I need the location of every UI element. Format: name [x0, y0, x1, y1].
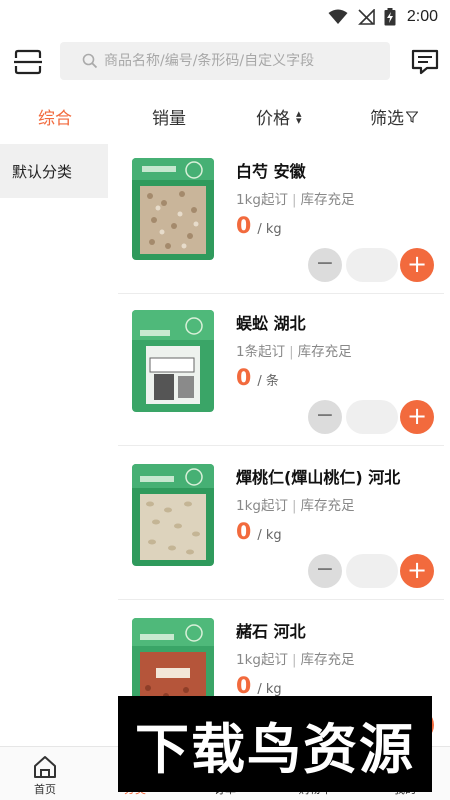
- product-item[interactable]: 蜈蚣 湖北 1条起订 | 库存充足 0 / 条 − +: [118, 296, 444, 446]
- product-item[interactable]: 燀桃仁(燀山桃仁) 河北 1kg起订 | 库存充足 0 / kg − +: [118, 450, 444, 600]
- home-icon: [34, 756, 56, 778]
- product-meta: 1kg起订 | 库存充足: [236, 648, 355, 668]
- product-item[interactable]: 白芍 安徽 1kg起订 | 库存充足 0 / kg − +: [118, 144, 444, 294]
- tab-label: 筛选: [370, 109, 404, 129]
- quantity-input[interactable]: [346, 248, 398, 282]
- meta-divider: |: [291, 192, 297, 208]
- sort-tabs: 综合 销量 价格 ▴ ▾ 筛选: [0, 96, 450, 140]
- tab-filter[interactable]: 筛选: [370, 104, 418, 129]
- increase-button[interactable]: +: [400, 248, 434, 282]
- search-bar[interactable]: [60, 42, 390, 80]
- stock-status: 库存充足: [297, 344, 352, 360]
- quantity-input[interactable]: [346, 554, 398, 588]
- decrease-button[interactable]: −: [308, 554, 342, 588]
- product-image[interactable]: [132, 158, 214, 260]
- sidebar-item-label: 默认分类: [12, 162, 73, 181]
- top-bar: [0, 38, 450, 86]
- search-input[interactable]: [104, 53, 384, 69]
- decrease-button[interactable]: −: [308, 248, 342, 282]
- min-order: 1kg起订: [236, 652, 288, 668]
- meta-divider: |: [291, 652, 297, 668]
- meta-divider: |: [291, 498, 297, 514]
- wifi-icon: [328, 9, 348, 24]
- product-meta: 1kg起订 | 库存充足: [236, 188, 355, 208]
- meta-divider: |: [289, 344, 294, 360]
- stock-status: 库存充足: [300, 192, 355, 208]
- product-price: 0 / kg: [236, 214, 282, 239]
- scan-icon[interactable]: [14, 49, 42, 75]
- price-value: 0: [236, 366, 252, 391]
- category-sidebar: 默认分类: [0, 140, 108, 760]
- price-unit: / 条: [257, 374, 279, 389]
- increase-button[interactable]: +: [400, 400, 434, 434]
- sort-arrows-icon: ▴ ▾: [296, 106, 302, 127]
- min-order: 1kg起订: [236, 192, 288, 208]
- product-meta: 1kg起订 | 库存充足: [236, 494, 355, 514]
- battery-charging-icon: [384, 8, 396, 26]
- price-value: 0: [236, 214, 252, 239]
- search-icon: [82, 53, 98, 69]
- product-meta: 1条起订 | 库存充足: [236, 340, 352, 360]
- sidebar-item-default-category[interactable]: 默认分类: [0, 144, 108, 198]
- filter-icon: [406, 110, 418, 123]
- product-name: 赭石 河北: [236, 622, 306, 641]
- quantity-stepper: − +: [308, 554, 434, 588]
- product-image[interactable]: [132, 464, 214, 566]
- product-name: 蜈蚣 湖北: [236, 314, 306, 333]
- no-signal-icon: [357, 9, 375, 25]
- decrease-button[interactable]: −: [308, 400, 342, 434]
- tab-label: 综合: [38, 109, 72, 129]
- tab-price[interactable]: 价格 ▴ ▾: [256, 104, 302, 130]
- product-name: 白芍 安徽: [236, 162, 306, 181]
- increase-button[interactable]: +: [400, 554, 434, 588]
- tab-comprehensive[interactable]: 综合: [38, 104, 72, 129]
- stock-status: 库存充足: [300, 498, 355, 514]
- nav-label: 首页: [34, 783, 56, 796]
- tab-label: 销量: [152, 109, 186, 129]
- nav-home[interactable]: 首页: [0, 751, 90, 799]
- stock-status: 库存充足: [300, 652, 355, 668]
- product-image[interactable]: [132, 310, 214, 412]
- tab-sales[interactable]: 销量: [152, 104, 186, 129]
- status-time: 2:00: [406, 8, 438, 25]
- tab-label: 价格: [256, 109, 290, 129]
- product-price: 0 / 条: [236, 366, 279, 391]
- price-value: 0: [236, 520, 252, 545]
- product-price: 0 / kg: [236, 520, 282, 545]
- quantity-stepper: − +: [308, 400, 434, 434]
- price-unit: / kg: [257, 682, 282, 697]
- price-unit: / kg: [257, 222, 282, 237]
- product-list: 白芍 安徽 1kg起订 | 库存充足 0 / kg − + 蜈蚣 湖北 1条起订 | 库…: [108, 140, 450, 760]
- product-name: 燀桃仁(燀山桃仁) 河北: [236, 468, 401, 487]
- watermark-banner: 下载鸟资源: [118, 696, 432, 792]
- price-unit: / kg: [257, 528, 282, 543]
- quantity-stepper: − +: [308, 248, 434, 282]
- min-order: 1kg起订: [236, 498, 288, 514]
- quantity-input[interactable]: [346, 400, 398, 434]
- min-order: 1条起订: [236, 344, 286, 360]
- message-icon[interactable]: [410, 48, 440, 76]
- status-bar: 2:00: [0, 0, 450, 34]
